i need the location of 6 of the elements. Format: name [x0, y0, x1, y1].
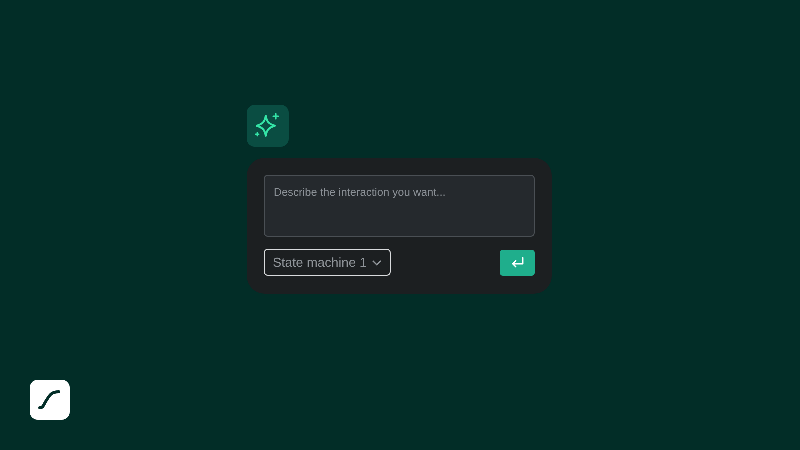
- prompt-field[interactable]: Describe the interaction you want...: [264, 175, 535, 237]
- chevron-down-icon: [372, 260, 382, 266]
- submit-button[interactable]: [500, 250, 535, 276]
- logo-icon: [30, 380, 70, 420]
- enter-icon: [510, 256, 524, 268]
- state-machine-select[interactable]: State machine 1: [264, 249, 391, 276]
